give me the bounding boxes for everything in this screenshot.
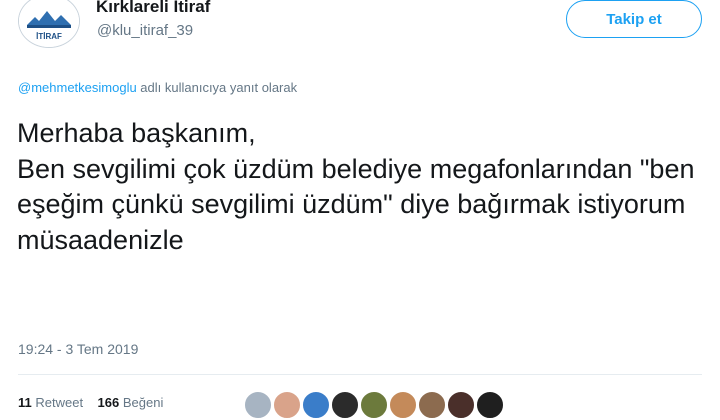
tweet-timestamp[interactable]: 19:24 - 3 Tem 2019 — [18, 341, 138, 357]
like-label[interactable]: Beğeni — [123, 395, 163, 410]
liker-avatars — [243, 390, 505, 420]
liker-avatar[interactable] — [475, 390, 505, 420]
liker-avatar[interactable] — [446, 390, 476, 420]
liker-avatar[interactable] — [330, 390, 360, 420]
display-name[interactable]: Kırklareli İtiraf — [96, 0, 210, 17]
liker-avatar[interactable] — [359, 390, 389, 420]
like-count[interactable]: 166 — [98, 395, 120, 410]
avatar[interactable]: İTİRAF — [18, 0, 80, 48]
liker-avatar[interactable] — [388, 390, 418, 420]
mention-link[interactable]: @mehmetkesimoglu — [18, 80, 137, 95]
retweet-label[interactable]: Retweet — [35, 395, 83, 410]
liker-avatar[interactable] — [272, 390, 302, 420]
liker-avatar[interactable] — [301, 390, 331, 420]
liker-avatar[interactable] — [243, 390, 273, 420]
account-handle[interactable]: @klu_itiraf_39 — [97, 22, 193, 39]
retweet-count[interactable]: 11 — [18, 395, 32, 410]
divider — [18, 374, 702, 375]
tweet-stats: 11 Retweet 166 Beğeni — [18, 395, 163, 410]
svg-text:İTİRAF: İTİRAF — [36, 32, 62, 41]
follow-button[interactable]: Takip et — [566, 0, 702, 38]
liker-avatar[interactable] — [417, 390, 447, 420]
tweet-text: Merhaba başkanım, Ben sevgilimi çok üzdü… — [17, 118, 695, 255]
kirklareli-logo-icon: İTİRAF — [19, 0, 79, 47]
reply-context: @mehmetkesimoglu adlı kullanıcıya yanıt … — [18, 80, 297, 95]
reply-context-label: adlı kullanıcıya yanıt olarak — [136, 80, 298, 95]
